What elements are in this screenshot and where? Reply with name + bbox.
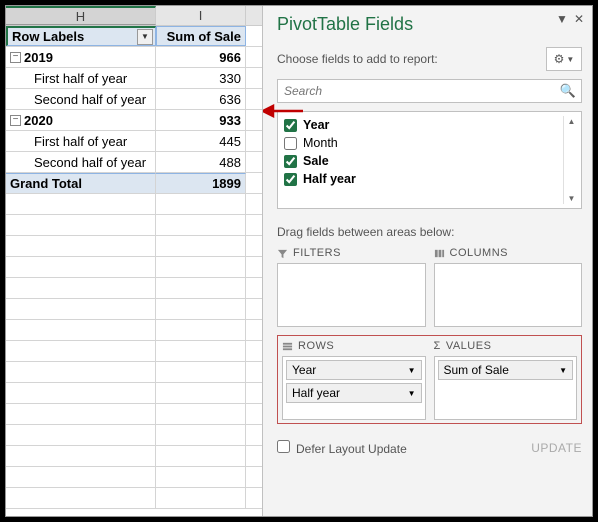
field-half-year[interactable]: Half year [280,170,563,188]
column-header-i[interactable]: I [156,6,246,25]
columns-area-title: COLUMNS [434,247,583,259]
filters-area-title: FILTERS [277,247,426,259]
pane-menu-icon[interactable]: ▼ [556,12,568,26]
search-input[interactable] [277,79,582,103]
row-labels-header[interactable]: Row Labels ▼ [6,26,156,46]
pivottable-fields-pane: ▼ ✕ PivotTable Fields Choose fields to a… [262,6,592,516]
h2-2019-value[interactable]: 636 [156,89,246,109]
chip-year[interactable]: Year▼ [286,360,422,380]
field-month[interactable]: Month [280,134,563,152]
update-button[interactable]: UPDATE [531,441,582,455]
rows-icon [282,341,293,352]
year-2020-label: 2020 [24,113,53,128]
tools-button[interactable]: ⚙ ▼ [546,47,582,71]
row-labels-text: Row Labels [12,29,84,44]
defer-layout-checkbox[interactable]: Defer Layout Update [277,440,407,456]
h1-2019-value[interactable]: 330 [156,68,246,88]
sigma-icon: Σ [434,340,441,352]
spreadsheet-grid: H I Row Labels ▼ Sum of Sale − 2019 966 … [6,6,262,516]
pane-close-icon[interactable]: ✕ [574,12,584,26]
chip-half-year[interactable]: Half year▼ [286,383,422,403]
search-icon[interactable]: 🔍 [560,83,576,99]
chevron-down-icon[interactable]: ▼ [408,389,416,398]
values-area-title: Σ VALUES [434,340,578,352]
year-2019-label: 2019 [24,50,53,65]
columns-icon [434,248,445,259]
drag-fields-label: Drag fields between areas below: [277,225,582,239]
columns-dropzone[interactable] [434,263,583,327]
field-year[interactable]: Year [280,116,563,134]
collapse-icon[interactable]: − [10,115,21,126]
h1-2020-cell[interactable]: First half of year [6,131,156,151]
column-header-h[interactable]: H [6,6,156,25]
pane-title: PivotTable Fields [277,14,582,35]
year-2020-value[interactable]: 933 [156,110,246,130]
h2-2020-value[interactable]: 488 [156,152,246,172]
collapse-icon[interactable]: − [10,52,21,63]
field-sale[interactable]: Sale [280,152,563,170]
field-list-scrollbar[interactable]: ▲▼ [563,116,579,204]
rows-area-title: ROWS [282,340,426,352]
grand-total-cell[interactable]: Grand Total [6,173,156,193]
chevron-down-icon[interactable]: ▼ [408,366,416,375]
h1-2019-cell[interactable]: First half of year [6,68,156,88]
grand-total-value[interactable]: 1899 [156,173,246,193]
filter-dropdown-icon[interactable]: ▼ [137,29,153,45]
gear-icon: ⚙ [554,52,565,66]
year-2019-cell[interactable]: − 2019 [6,47,156,67]
h1-2020-value[interactable]: 445 [156,131,246,151]
annotation-arrow [263,104,303,118]
values-dropzone[interactable]: Sum of Sale▼ [434,356,578,420]
chevron-down-icon[interactable]: ▼ [559,366,567,375]
sum-of-sale-header[interactable]: Sum of Sale [156,26,246,46]
h2-2019-cell[interactable]: Second half of year [6,89,156,109]
filters-dropzone[interactable] [277,263,426,327]
h2-2020-cell[interactable]: Second half of year [6,152,156,172]
choose-fields-label: Choose fields to add to report: [277,52,438,66]
filter-icon [277,248,288,259]
field-list: Year Month Sale Half year ▲▼ [277,111,582,209]
rows-dropzone[interactable]: Year▼ Half year▼ [282,356,426,420]
chip-sum-of-sale[interactable]: Sum of Sale▼ [438,360,574,380]
year-2020-cell[interactable]: − 2020 [6,110,156,130]
year-2019-value[interactable]: 966 [156,47,246,67]
chevron-down-icon: ▼ [566,55,574,64]
